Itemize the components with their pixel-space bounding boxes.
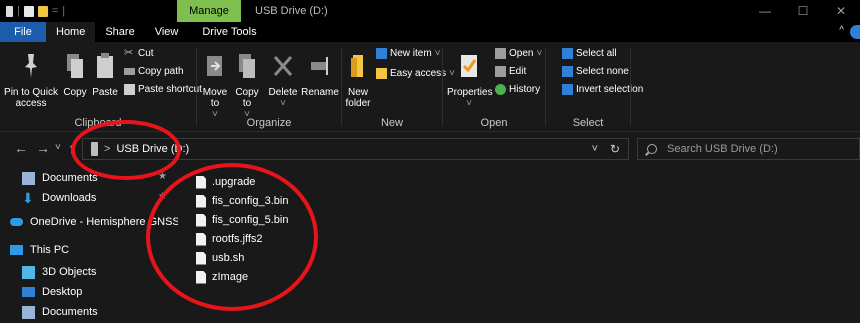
forward-arrow-icon[interactable]: → — [36, 140, 50, 156]
copy-to-button[interactable]: Copy to ˅ — [233, 52, 261, 120]
new-folder-icon — [351, 55, 363, 77]
delete-button[interactable]: Delete ˅ — [267, 52, 299, 109]
organize-group: Move to ˅ Copy to ˅ Delete ˅ Rename Orga… — [197, 42, 341, 132]
paste-shortcut-icon — [124, 84, 135, 95]
annotation-circle-files — [146, 163, 318, 311]
quick-access-toolbar: | = | — [0, 0, 175, 22]
paste-shortcut-button[interactable]: Paste shortcut — [124, 84, 202, 95]
copy-path-icon — [124, 68, 135, 75]
address-dropdown-icon[interactable]: ˅ — [592, 143, 598, 155]
close-button[interactable]: ✕ — [822, 0, 860, 22]
select-group: Select all Select none Invert selection … — [546, 42, 643, 132]
copy-icon — [67, 54, 83, 78]
clipboard-group: Pin to Quick access Copy Paste ✂ Cut Cop… — [0, 42, 202, 132]
open-icon — [495, 48, 506, 59]
search-input[interactable] — [667, 143, 847, 155]
this-pc-icon — [10, 245, 23, 255]
edit-icon — [495, 66, 506, 77]
select-all-button[interactable]: Select all — [562, 48, 617, 59]
tab-share[interactable]: Share — [95, 22, 144, 42]
group-divider — [630, 48, 631, 126]
search-icon — [647, 144, 657, 154]
copy-path-button[interactable]: Copy path — [124, 66, 184, 77]
window-title: USB Drive (D:) — [255, 5, 328, 17]
onedrive-icon — [10, 218, 23, 226]
qat-separator: | — [17, 5, 20, 17]
pin-icon — [25, 54, 37, 78]
tab-home[interactable]: Home — [46, 22, 96, 42]
documents-icon — [22, 305, 35, 319]
new-group: New folder New item ˅ Easy access ˅ New — [342, 42, 455, 132]
recent-locations-icon[interactable]: ˅ — [55, 140, 61, 156]
annotation-circle-address — [71, 120, 181, 180]
open-group-label: Open — [480, 117, 508, 129]
new-folder-icon[interactable] — [37, 5, 48, 17]
nav-item-this-pc[interactable]: This PC — [10, 240, 69, 260]
history-button[interactable]: History — [495, 84, 540, 95]
new-group-label: New — [380, 117, 403, 129]
select-group-label: Select — [572, 117, 604, 129]
collapse-ribbon-icon[interactable]: ^ — [839, 25, 844, 36]
back-arrow-icon[interactable]: ← — [14, 140, 28, 156]
nav-item-desktop[interactable]: Desktop — [22, 282, 82, 302]
dropdown-arrow-icon: ˅ — [536, 48, 543, 59]
select-none-icon — [562, 66, 573, 77]
title-bar: | = | Manage USB Drive (D:) — ☐ ✕ — [0, 0, 860, 22]
select-none-button[interactable]: Select none — [562, 66, 629, 77]
edit-button[interactable]: Edit — [495, 66, 526, 77]
invert-selection-button[interactable]: Invert selection — [562, 84, 643, 95]
dropdown-arrow-icon: ˅ — [280, 98, 286, 109]
copy-to-icon — [239, 54, 255, 78]
new-folder-button[interactable]: New folder — [344, 52, 372, 109]
ribbon-tabs: File Home Share View Drive Tools ^ — [0, 22, 860, 42]
delete-x-icon — [273, 56, 293, 76]
desktop-icon — [22, 287, 35, 297]
rename-icon — [311, 57, 328, 75]
dropdown-arrow-icon: ˅ — [434, 48, 441, 59]
maximize-button[interactable]: ☐ — [784, 0, 822, 22]
minimize-button[interactable]: — — [746, 0, 784, 22]
properties-check-icon[interactable] — [23, 5, 34, 17]
paste-icon — [97, 53, 113, 78]
3d-objects-icon — [22, 265, 35, 279]
window-controls: — ☐ ✕ — [746, 0, 860, 22]
organize-group-label: Organize — [246, 117, 292, 129]
pin-to-quick-access-button[interactable]: Pin to Quick access — [2, 52, 60, 109]
drive-icon — [6, 5, 13, 17]
tab-file[interactable]: File — [0, 22, 46, 42]
scissors-icon: ✂ — [124, 47, 134, 59]
downloads-icon: ⬇ — [22, 189, 34, 206]
select-all-icon — [562, 48, 573, 59]
move-to-icon — [207, 56, 222, 76]
refresh-icon[interactable]: ↻ — [610, 142, 620, 156]
nav-item-3d-objects[interactable]: 3D Objects — [22, 262, 96, 282]
qat-separator: | — [62, 5, 66, 17]
paste-button[interactable]: Paste — [90, 52, 120, 98]
manage-context-tab[interactable]: Manage — [177, 0, 241, 22]
open-button[interactable]: Open ˅ — [495, 48, 542, 59]
nav-item-downloads[interactable]: ⬇ Downloads — [22, 188, 96, 208]
copy-button[interactable]: Copy — [62, 52, 88, 98]
new-item-icon — [376, 48, 387, 59]
documents-icon — [22, 171, 35, 185]
properties-icon — [461, 55, 477, 77]
history-icon — [495, 84, 506, 95]
nav-item-documents-pc[interactable]: Documents — [22, 302, 98, 322]
easy-access-icon — [376, 68, 387, 79]
rename-button[interactable]: Rename — [301, 52, 339, 98]
tab-view[interactable]: View — [145, 22, 189, 42]
help-icon[interactable] — [850, 25, 860, 39]
tab-drive-tools[interactable]: Drive Tools — [188, 22, 266, 42]
ribbon: Pin to Quick access Copy Paste ✂ Cut Cop… — [0, 42, 860, 132]
customize-qat-icon[interactable]: = — [52, 5, 58, 17]
invert-selection-icon — [562, 84, 573, 95]
properties-button[interactable]: Properties ˅ — [447, 52, 493, 109]
new-item-button[interactable]: New item ˅ — [376, 48, 441, 59]
cut-button[interactable]: ✂ Cut — [124, 47, 154, 60]
dropdown-arrow-icon: ˅ — [466, 98, 472, 109]
open-group: Properties ˅ Open ˅ Edit History Open — [443, 42, 545, 132]
move-to-button[interactable]: Move to ˅ — [201, 52, 229, 120]
search-box[interactable] — [637, 138, 860, 160]
